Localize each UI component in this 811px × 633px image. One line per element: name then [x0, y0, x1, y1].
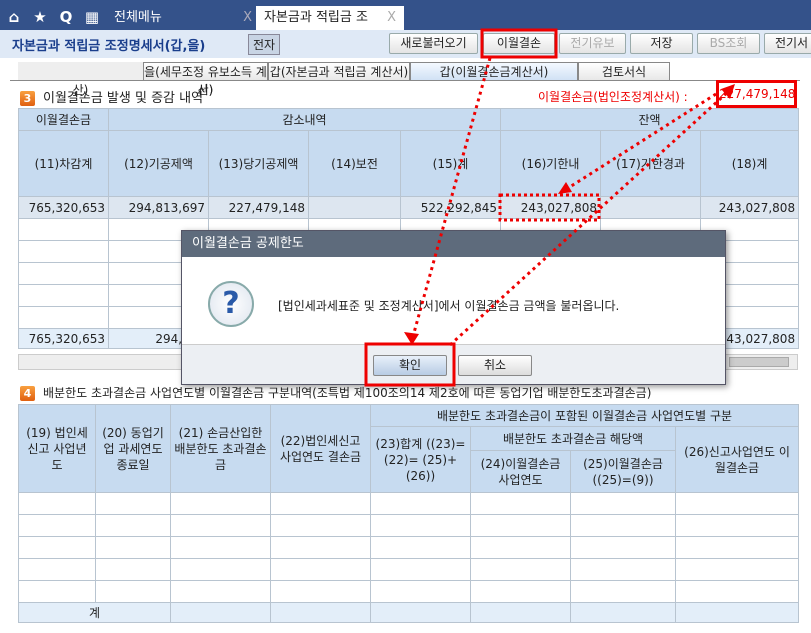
annotation-box-carryover [480, 28, 558, 59]
annotation-overlay [364, 28, 735, 387]
annotation-box-deadline [498, 193, 601, 222]
arrow-line [410, 57, 492, 341]
arrow-line [448, 88, 732, 347]
arrow-head [558, 182, 572, 194]
arrow-head [721, 84, 735, 99]
annotation-box-ok [364, 342, 456, 387]
arrow-line [564, 92, 717, 192]
